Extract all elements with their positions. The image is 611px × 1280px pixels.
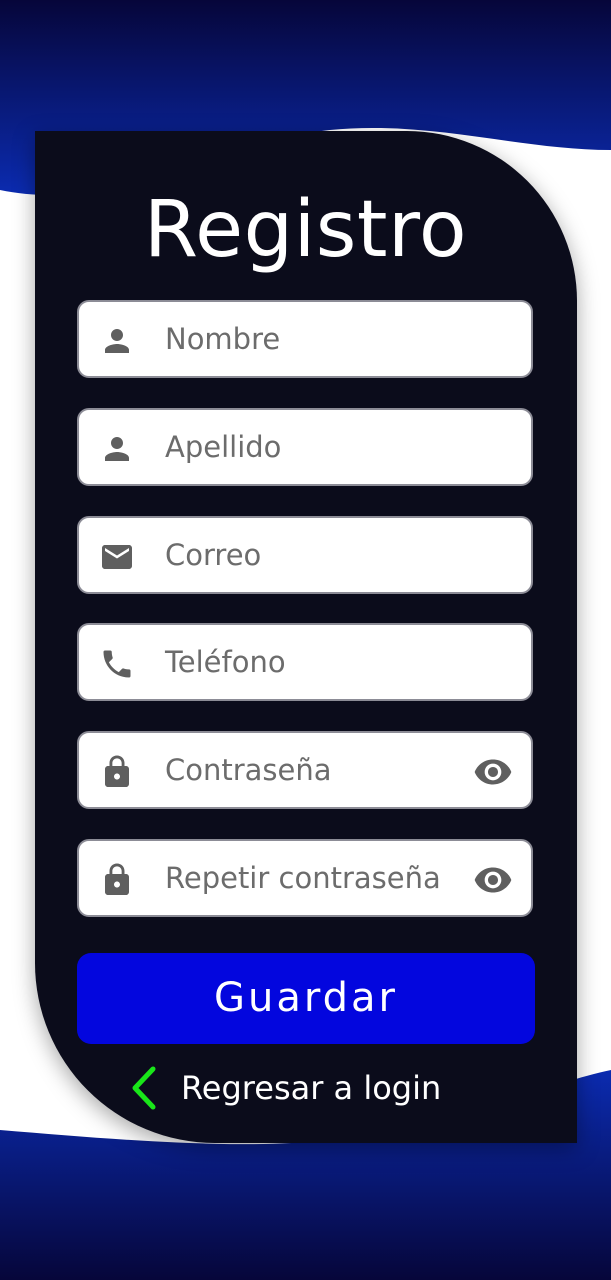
person-icon [99, 431, 135, 467]
last-name-input[interactable]: Apellido [165, 410, 281, 484]
repeat-password-input[interactable]: Repetir contraseña [165, 841, 441, 915]
page-title: Registro [143, 185, 468, 275]
first-name-field[interactable]: Nombre [77, 300, 533, 378]
back-to-login-link[interactable]: Regresar a login [127, 1060, 441, 1116]
password-input[interactable]: Contraseña [165, 733, 332, 807]
save-button[interactable]: Guardar [77, 953, 535, 1044]
phone-icon [99, 646, 135, 682]
lock-icon [99, 754, 135, 790]
eye-icon[interactable] [473, 862, 513, 898]
first-name-input[interactable]: Nombre [165, 302, 280, 376]
email-field[interactable]: Correo [77, 516, 533, 594]
eye-icon[interactable] [473, 754, 513, 790]
person-icon [99, 323, 135, 359]
mail-icon [99, 539, 135, 575]
phone-input[interactable]: Teléfono [165, 625, 286, 699]
phone-field[interactable]: Teléfono [77, 623, 533, 701]
repeat-password-field[interactable]: Repetir contraseña [77, 839, 533, 917]
last-name-field[interactable]: Apellido [77, 408, 533, 486]
back-to-login-label: Regresar a login [181, 1069, 442, 1107]
lock-icon [99, 862, 135, 898]
password-field[interactable]: Contraseña [77, 731, 533, 809]
chevron-left-icon [132, 1066, 156, 1110]
email-input[interactable]: Correo [165, 518, 261, 592]
